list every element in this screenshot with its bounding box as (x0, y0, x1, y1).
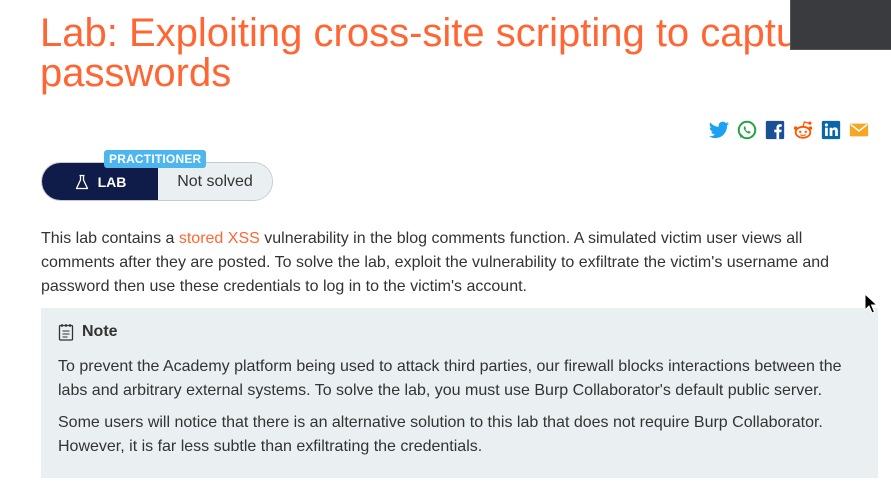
whatsapp-icon[interactable] (736, 119, 758, 141)
level-badge: PRACTITIONER (104, 150, 207, 168)
facebook-icon[interactable] (764, 119, 786, 141)
lab-description: This lab contains a stored XSS vulnerabi… (41, 227, 841, 299)
reddit-icon[interactable] (792, 119, 814, 141)
notepad-icon (58, 324, 74, 341)
flask-icon (75, 174, 88, 189)
note-title: Note (82, 323, 118, 340)
stored-xss-link[interactable]: stored XSS (179, 230, 260, 247)
lab-badge-label: LAB (97, 173, 127, 190)
note-header: Note (58, 323, 118, 341)
overlay-window (790, 0, 891, 50)
share-icons (708, 119, 870, 141)
note-paragraph-1: To prevent the Academy platform being us… (58, 358, 842, 399)
page-title: Lab: Exploiting cross-site scripting to … (40, 11, 834, 95)
linkedin-icon[interactable] (820, 119, 842, 141)
email-icon[interactable] (848, 119, 870, 141)
lab-badge: LAB (42, 163, 158, 200)
description-text-before: This lab contains a (41, 230, 179, 247)
lab-status-widget: PRACTITIONER LAB Not solved (41, 150, 273, 201)
twitter-icon[interactable] (708, 119, 730, 141)
note-paragraph-2: Some users will notice that there is an … (58, 414, 823, 455)
note-box: Note To prevent the Academy platform bei… (41, 308, 878, 478)
mouse-cursor-icon (864, 293, 878, 314)
lab-status: Not solved (158, 163, 272, 200)
